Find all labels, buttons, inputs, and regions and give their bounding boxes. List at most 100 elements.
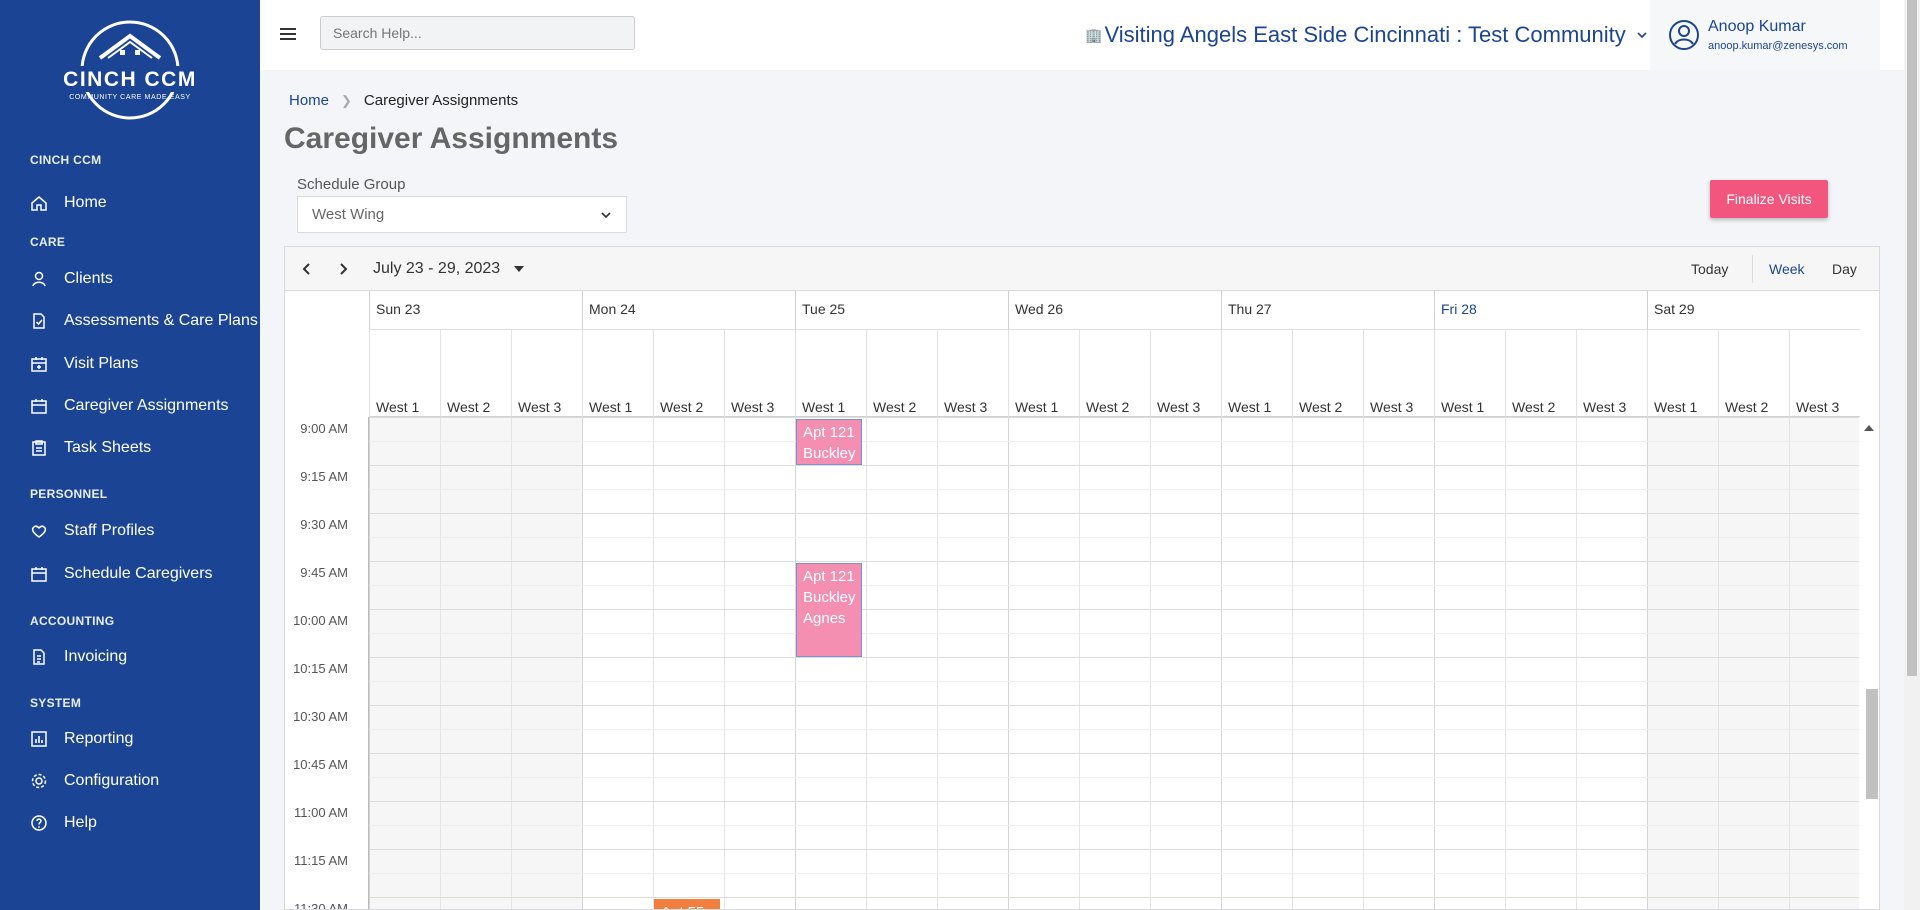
schedule-group-label: Schedule Group bbox=[297, 176, 406, 193]
svg-text:COMMUNITY CARE MADE EASY: COMMUNITY CARE MADE EASY bbox=[69, 94, 191, 101]
day-header[interactable]: Thu 27 bbox=[1221, 291, 1434, 330]
nav-section-care: CARE bbox=[30, 235, 66, 249]
sidebar-item-help[interactable]: Help bbox=[0, 805, 260, 841]
time-label: 9:30 AM bbox=[300, 517, 348, 532]
building-icon: 🏢 bbox=[1085, 26, 1103, 43]
resource-header: West 1 bbox=[1008, 330, 1079, 417]
grid-column-line bbox=[724, 417, 725, 909]
time-label: 9:15 AM bbox=[300, 469, 348, 484]
sidebar-item-assessments-and-care-plans[interactable]: Assessments & Care Plans bbox=[0, 303, 260, 339]
time-label: 10:00 AM bbox=[293, 613, 348, 628]
scrollbar-thumb[interactable] bbox=[1866, 689, 1878, 799]
user-menu[interactable]: Anoop Kumar anoop.kumar@zenesys.com bbox=[1650, 0, 1880, 70]
nav-section-accounting: ACCOUNTING bbox=[30, 614, 115, 628]
grid-column-line bbox=[795, 417, 796, 909]
sidebar-item-configuration[interactable]: Configuration bbox=[0, 763, 260, 799]
resource-header: West 1 bbox=[1647, 330, 1718, 417]
sidebar-item-schedule-caregivers[interactable]: Schedule Caregivers bbox=[0, 556, 260, 592]
resource-header: West 3 bbox=[511, 330, 582, 417]
grid-column-line bbox=[1363, 417, 1364, 909]
day-header[interactable]: Fri 28 bbox=[1434, 291, 1647, 330]
grid-column-line bbox=[1505, 417, 1506, 909]
grid-row-line bbox=[369, 801, 1859, 802]
resource-header: West 2 bbox=[1292, 330, 1363, 417]
next-week-icon[interactable] bbox=[333, 259, 353, 279]
date-range-picker[interactable]: July 23 - 29, 2023 bbox=[373, 260, 525, 278]
resource-header: West 3 bbox=[937, 330, 1008, 417]
page-scrollbar[interactable] bbox=[1904, 0, 1920, 910]
resource-header: West 1 bbox=[1221, 330, 1292, 417]
grid-row-line bbox=[369, 561, 1859, 562]
resource-header: West 2 bbox=[866, 330, 937, 417]
view-divider bbox=[1752, 255, 1753, 283]
schedule-grid[interactable]: Apt 121 Buckley Apt 121 Buckley Agnes Apt 55 bbox=[369, 417, 1861, 909]
grid-column-line bbox=[866, 417, 867, 909]
day-header[interactable]: Sat 29 bbox=[1647, 291, 1860, 330]
breadcrumb-home-link[interactable]: Home bbox=[289, 92, 329, 109]
scheduler-scrollbar[interactable] bbox=[1859, 417, 1879, 909]
grid-row-line bbox=[369, 705, 1859, 706]
week-view-button[interactable]: Week bbox=[1769, 261, 1805, 277]
sidebar-item-clients[interactable]: Clients bbox=[0, 261, 260, 297]
grid-row-line bbox=[369, 777, 1859, 778]
caret-down-icon bbox=[514, 266, 525, 272]
community-name: Visiting Angels East Side Cincinnati : T… bbox=[1104, 22, 1626, 47]
nav-section-system: SYSTEM bbox=[30, 696, 82, 710]
community-selector[interactable]: 🏢 Visiting Angels East Side Cincinnati :… bbox=[1085, 22, 1648, 48]
grid-row-line bbox=[369, 489, 1859, 490]
calendar-icon bbox=[30, 565, 48, 583]
sidebar-item-reporting[interactable]: Reporting bbox=[0, 721, 260, 757]
heart-shield-icon bbox=[30, 522, 48, 540]
day-header[interactable]: Sun 23 bbox=[369, 291, 582, 330]
time-label: 9:45 AM bbox=[300, 565, 348, 580]
nav-section-cinch-ccm: CINCH CCM bbox=[30, 153, 102, 167]
previous-week-icon[interactable] bbox=[297, 259, 317, 279]
time-label: 10:45 AM bbox=[293, 757, 348, 772]
appointment-block[interactable]: Apt 55 bbox=[654, 899, 720, 909]
today-button[interactable]: Today bbox=[1691, 261, 1728, 277]
time-axis: 9:00 AM 9:15 AM 9:30 AM 9:45 AM 10:00 AM 10:1… bbox=[285, 417, 369, 909]
time-label: 10:15 AM bbox=[293, 661, 348, 676]
schedule-group-select[interactable]: West Wing bbox=[297, 196, 627, 233]
sidebar-item-home[interactable]: Home bbox=[0, 185, 260, 221]
finalize-visits-button[interactable]: Finalize Visits bbox=[1710, 180, 1828, 218]
sidebar-item-label: Configuration bbox=[64, 772, 160, 789]
appointment-line: Agnes bbox=[803, 610, 846, 627]
appointment-line: Apt 121 bbox=[803, 424, 855, 441]
appointment-block[interactable]: Apt 121 Buckley Agnes bbox=[796, 563, 862, 657]
hamburger-menu-icon[interactable] bbox=[278, 24, 298, 44]
caregiver-scheduler: July 23 - 29, 2023 Today Week Day Sun 23… bbox=[284, 246, 1880, 910]
scroll-up-icon[interactable] bbox=[1864, 425, 1874, 431]
sidebar-item-label: Home bbox=[64, 194, 107, 211]
search-help-input[interactable] bbox=[320, 16, 635, 50]
sidebar-item-visit-plans[interactable]: Visit Plans bbox=[0, 346, 260, 382]
grid-row-line bbox=[369, 441, 1859, 442]
home-icon bbox=[30, 194, 48, 212]
breadcrumb-current: Caregiver Assignments bbox=[363, 92, 519, 109]
appointment-line: Buckley bbox=[803, 589, 856, 606]
sidebar-item-invoicing[interactable]: Invoicing bbox=[0, 639, 260, 675]
day-header[interactable]: Tue 25 bbox=[795, 291, 1008, 330]
grid-row-line bbox=[369, 825, 1859, 826]
grid-column-line bbox=[511, 417, 512, 909]
grid-column-line bbox=[1647, 417, 1648, 909]
day-view-button[interactable]: Day bbox=[1832, 261, 1857, 277]
grid-row-line bbox=[369, 633, 1859, 634]
grid-column-line bbox=[1718, 417, 1719, 909]
page-scrollbar-thumb[interactable] bbox=[1907, 0, 1917, 676]
sidebar-item-label: Staff Profiles bbox=[64, 522, 155, 539]
clipboard-icon bbox=[30, 439, 48, 457]
cinch-ccm-logo[interactable]: CINCH CCM COMMUNITY CARE MADE EASY bbox=[50, 18, 210, 122]
sidebar-item-label: Reporting bbox=[64, 730, 134, 747]
day-header[interactable]: Wed 26 bbox=[1008, 291, 1221, 330]
sidebar-item-caregiver-assignments[interactable]: Caregiver Assignments bbox=[0, 388, 260, 424]
scheduler-toolbar: July 23 - 29, 2023 Today Week Day bbox=[285, 247, 1879, 291]
gear-icon bbox=[30, 772, 48, 790]
appointment-block[interactable]: Apt 121 Buckley bbox=[796, 419, 862, 465]
grid-row-line bbox=[369, 585, 1859, 586]
sidebar-item-task-sheets[interactable]: Task Sheets bbox=[0, 430, 260, 466]
chart-icon bbox=[30, 730, 48, 748]
sidebar-item-staff-profiles[interactable]: Staff Profiles bbox=[0, 513, 260, 549]
grid-row-line bbox=[369, 849, 1859, 850]
day-header[interactable]: Mon 24 bbox=[582, 291, 795, 330]
